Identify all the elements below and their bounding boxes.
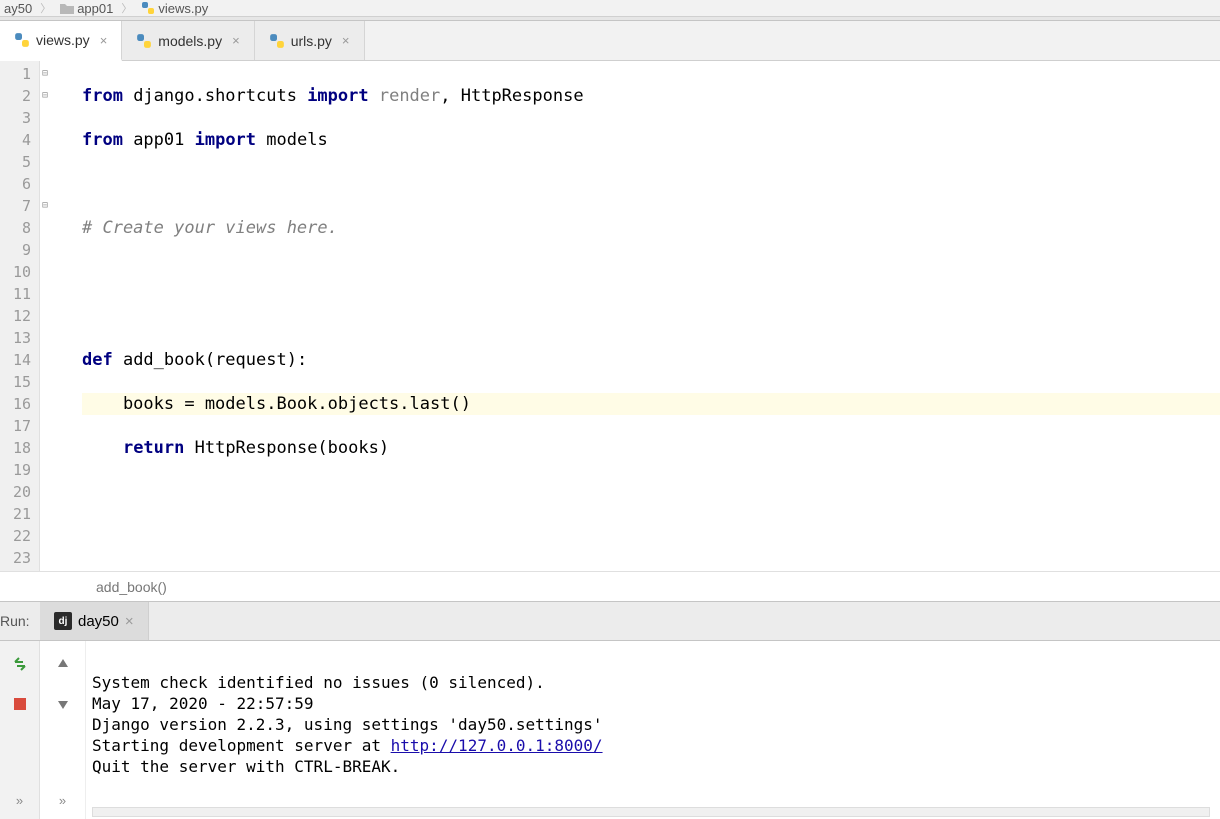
horizontal-scrollbar[interactable] xyxy=(92,807,1210,817)
console-line: May 17, 2020 - 22:57:59 xyxy=(92,694,314,713)
fold-toggle-icon[interactable]: ⊟ xyxy=(42,63,48,85)
expand-right-icon[interactable]: » xyxy=(9,789,31,811)
crumb-project[interactable]: ay50 xyxy=(0,1,36,16)
console-line: Django version 2.2.3, using settings 'da… xyxy=(92,715,603,734)
crumb-label: views.py xyxy=(158,1,208,16)
tab-models[interactable]: models.py × xyxy=(122,21,254,60)
python-icon xyxy=(140,0,156,16)
fold-gutter: ⊟ ⊟ ⊟ xyxy=(40,61,82,571)
code-keyword: import xyxy=(307,86,368,106)
python-icon xyxy=(14,32,30,48)
highlighted-line: books = models.Book.objects.last() xyxy=(40,393,1220,415)
code-keyword: from xyxy=(82,86,123,106)
code-editor[interactable]: from django.shortcuts import render, Htt… xyxy=(82,61,1220,571)
code-comment: # Create your views here. xyxy=(82,218,338,238)
fold-toggle-icon[interactable]: ⊟ xyxy=(42,85,48,107)
chevron-right-icon: 〉 xyxy=(121,0,132,16)
run-toolbar-left: » xyxy=(0,641,40,819)
code-keyword: from xyxy=(82,130,123,150)
python-icon xyxy=(269,33,285,49)
console-line: System check identified no issues (0 sil… xyxy=(92,673,545,692)
console-line: Quit the server with CTRL-BREAK. xyxy=(92,757,400,776)
close-icon[interactable]: × xyxy=(228,33,240,48)
tab-label: views.py xyxy=(36,32,90,48)
crumb-file[interactable]: views.py xyxy=(136,0,212,16)
console-output[interactable]: System check identified no issues (0 sil… xyxy=(86,641,1220,819)
editor-tabs: views.py × models.py × urls.py × xyxy=(0,21,1220,61)
close-icon[interactable]: × xyxy=(96,33,108,48)
run-toolwindow-header: Run: dj day50 × xyxy=(0,601,1220,641)
crumb-app[interactable]: app01 xyxy=(55,0,117,16)
run-label: Run: xyxy=(0,602,40,640)
function-name: add_book() xyxy=(96,579,167,595)
python-icon xyxy=(136,33,152,49)
stop-button[interactable] xyxy=(9,693,31,715)
run-toolbar-inner: » xyxy=(40,641,86,819)
django-icon: dj xyxy=(54,612,72,630)
run-tab-day50[interactable]: dj day50 × xyxy=(40,602,149,640)
close-icon[interactable]: × xyxy=(338,33,350,48)
console-area: » » System check identified no issues (0… xyxy=(0,641,1220,819)
tab-label: urls.py xyxy=(291,33,332,49)
code-unused: render xyxy=(369,86,441,106)
code-keyword: import xyxy=(195,130,256,150)
scroll-up-button[interactable] xyxy=(52,653,74,675)
scroll-down-button[interactable] xyxy=(52,693,74,715)
code-keyword: def xyxy=(82,350,113,370)
chevron-right-icon: 〉 xyxy=(40,0,51,16)
expand-right-icon[interactable]: » xyxy=(52,789,74,811)
crumb-label: ay50 xyxy=(4,1,32,16)
run-tab-label: day50 xyxy=(78,613,119,630)
breadcrumb-bar: ay50 〉 app01 〉 views.py xyxy=(0,0,1220,17)
tab-urls[interactable]: urls.py × xyxy=(255,21,365,60)
server-url-link[interactable]: http://127.0.0.1:8000/ xyxy=(391,736,603,755)
close-icon[interactable]: × xyxy=(125,613,134,630)
line-number-gutter: 1234567891011121314151617181920212223 xyxy=(0,61,40,571)
tab-label: models.py xyxy=(158,33,222,49)
console-line: Starting development server at xyxy=(92,736,391,755)
crumb-label: app01 xyxy=(77,1,113,16)
folder-icon xyxy=(59,0,75,16)
code-keyword: return xyxy=(123,438,184,458)
fold-toggle-icon[interactable]: ⊟ xyxy=(42,195,48,217)
tab-views[interactable]: views.py × xyxy=(0,21,122,61)
function-breadcrumb[interactable]: add_book() xyxy=(0,571,1220,601)
editor-area: 1234567891011121314151617181920212223 ⊟ … xyxy=(0,61,1220,571)
rerun-button[interactable] xyxy=(9,653,31,675)
